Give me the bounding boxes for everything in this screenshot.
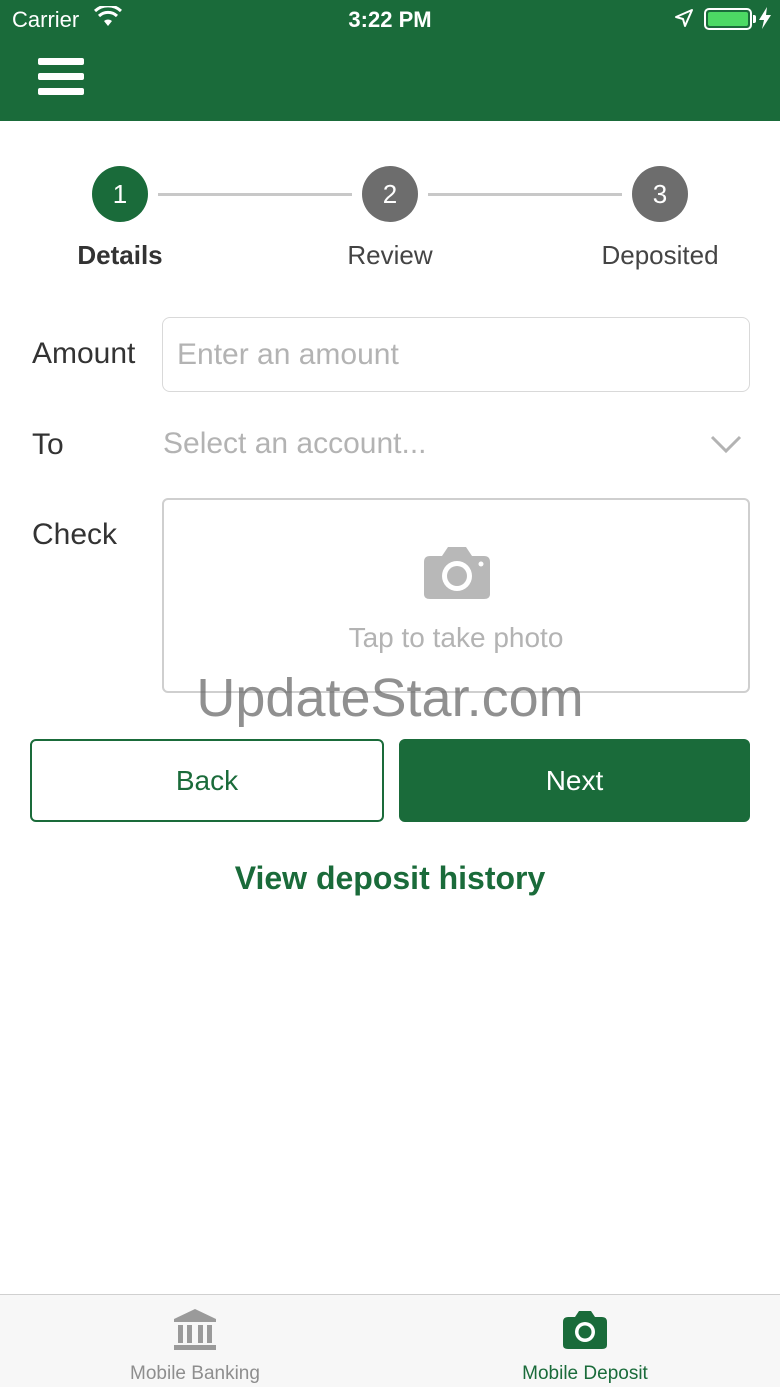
step-1-circle: 1 — [92, 166, 148, 222]
step-2-circle: 2 — [362, 166, 418, 222]
tab-bar: Mobile Banking Mobile Deposit — [0, 1294, 780, 1387]
chevron-down-icon — [710, 435, 742, 454]
account-select-placeholder: Select an account... — [163, 427, 427, 460]
account-select[interactable]: Select an account... — [162, 415, 750, 475]
step-3-circle: 3 — [632, 166, 688, 222]
tab-mobile-banking[interactable]: Mobile Banking — [0, 1295, 390, 1387]
step-1-label: Details — [77, 240, 163, 270]
check-label: Check — [32, 518, 118, 551]
battery-icon — [704, 8, 756, 30]
take-photo-caption: Tap to take photo — [348, 622, 564, 653]
location-arrow-icon — [675, 9, 693, 27]
amount-label: Amount — [32, 337, 136, 370]
camera-icon — [563, 1311, 607, 1349]
next-button[interactable]: Next — [399, 739, 750, 822]
to-label: To — [32, 428, 64, 461]
amount-input[interactable] — [162, 317, 750, 392]
step-3-label: Deposited — [601, 240, 719, 270]
camera-icon — [424, 547, 490, 599]
back-button[interactable]: Back — [30, 739, 384, 822]
clock: 3:22 PM — [348, 7, 432, 32]
tab-mobile-banking-label: Mobile Banking — [130, 1363, 260, 1384]
step-connector — [428, 193, 622, 196]
check-photo-capture[interactable]: Tap to take photo — [162, 498, 750, 693]
step-connector — [158, 193, 352, 196]
charging-bolt-icon — [759, 7, 771, 29]
bank-icon — [174, 1309, 216, 1350]
view-deposit-history-link[interactable]: View deposit history — [0, 860, 780, 897]
status-bar: Carrier 3:22 PM — [0, 0, 780, 40]
tab-mobile-deposit-label: Mobile Deposit — [522, 1363, 648, 1384]
step-2-label: Review — [347, 240, 433, 270]
progress-stepper: 1 2 3 Details Review Deposited — [0, 165, 780, 275]
tab-mobile-deposit[interactable]: Mobile Deposit — [390, 1295, 780, 1387]
hamburger-menu-icon[interactable] — [38, 58, 84, 98]
app-header: Carrier 3:22 PM — [0, 0, 780, 121]
